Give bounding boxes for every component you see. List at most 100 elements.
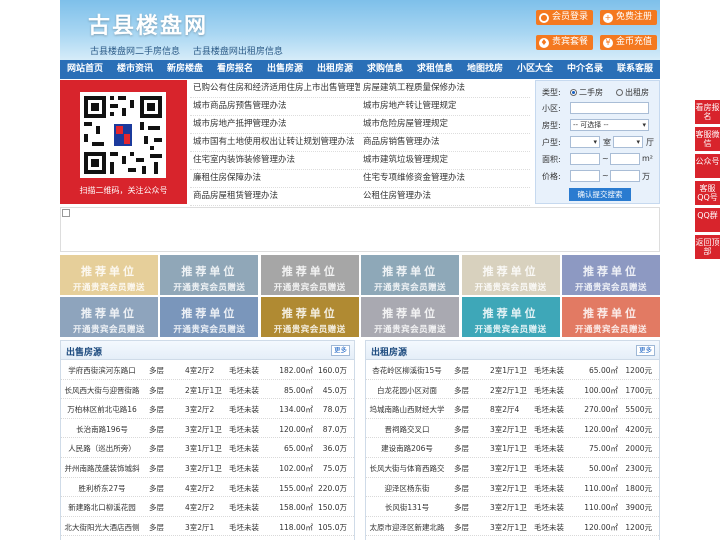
type-radio-secondhand[interactable]: 二手房 — [570, 87, 603, 98]
listing-row[interactable]: 九丰路汇丰派出所旁多层2室2厅1卫毛坯未装100.00㎡1200元 — [366, 536, 659, 540]
promo-tile[interactable]: 推荐单位 开通贵宾会员赠送 — [160, 297, 259, 337]
listing-row[interactable]: 长风大街与体育西路交 多层 3室2厅1卫 毛坯未装 50.00㎡ 2300元 — [366, 458, 659, 478]
login-button[interactable]: ● 会员登录 — [536, 10, 594, 25]
listing-row[interactable]: 杏花岭区柳溪街15号 多层 2室1厅1卫 毛坯未装 65.00㎡ 1200元 — [366, 360, 659, 380]
listing-row[interactable]: 长风西大街与迎晋街路 多层 2室1厅1卫 毛坯未装 85.00㎡ 45.0万 — [61, 380, 354, 400]
listing-row[interactable]: 万柏林区前北屯路16 多层 3室2厅2 毛坯未装 134.00㎡ 78.0万 — [61, 399, 354, 419]
nav-wanted-rent[interactable]: 求租信息 — [410, 60, 460, 79]
listing-address[interactable]: 长风西大街与迎晋街路 — [63, 385, 141, 396]
listing-row[interactable]: 人民路（巡出所旁） 多层 3室1厅1卫 毛坯未装 65.00㎡ 36.0万 — [61, 438, 354, 458]
listing-row[interactable]: 胜利桥东27号 多层 4室2厅2 毛坯未装 155.00㎡ 220.0万 — [61, 478, 354, 498]
listing-row[interactable]: 晋祠路交叉口 多层 3室2厅1卫 毛坯未装 120.00㎡ 4200元 — [366, 419, 659, 439]
promo-tile[interactable]: 推荐单位 开通贵宾会员赠送 — [60, 297, 158, 337]
listing-address[interactable]: 北大街阳光大酒店西侧 — [63, 522, 141, 533]
news-link[interactable]: 商品房屋租赁管理办法 — [190, 188, 360, 205]
coin-recharge-button[interactable]: ¥ 金币充值 — [600, 35, 658, 50]
news-link[interactable]: 城市房地产抵押管理办法 — [190, 116, 360, 133]
search-submit-button[interactable]: 确认提交搜索 — [569, 188, 631, 201]
promo-tile[interactable]: 推荐单位 开通贵宾会员赠送 — [461, 255, 560, 295]
community-input[interactable] — [570, 102, 649, 114]
listing-address[interactable]: 长治南路196号 — [63, 424, 141, 435]
site-logo[interactable]: 古县楼盘网 — [88, 8, 208, 40]
promo-tile[interactable]: 推荐单位 开通贵宾会员赠送 — [260, 255, 359, 295]
nav-map-search[interactable]: 地图找房 — [460, 60, 510, 79]
listing-address[interactable]: 并州南路茂盛装饰城斜 — [63, 463, 141, 474]
news-link[interactable]: 城市国有土地使用权出让转让规划管理办法 — [190, 134, 360, 151]
news-link[interactable]: 商品房销售管理办法 — [360, 134, 530, 151]
listing-address[interactable]: 晋祠路交叉口 — [368, 424, 446, 435]
nav-wanted-buy[interactable]: 求购信息 — [360, 60, 410, 79]
nav-viewing-signup[interactable]: 看房报名 — [210, 60, 260, 79]
news-link[interactable]: 廉租住房保障办法 — [190, 170, 360, 187]
news-link[interactable]: 已购公有住房和经济适用住房上市出售管理暂 — [190, 80, 360, 97]
room-select[interactable]: ▾ — [570, 136, 600, 148]
news-link[interactable]: 城市商品房预售管理办法 — [190, 98, 360, 115]
price-min-input[interactable] — [570, 170, 600, 182]
area-max-input[interactable] — [610, 153, 640, 165]
side-official-account[interactable]: 公众号 — [695, 154, 720, 178]
listing-row[interactable]: 学府西街滨河东路口 多层 4室2厅2 毛坯未装 182.00㎡ 160.0万 — [61, 360, 354, 380]
side-back-to-top[interactable]: 返回顶部 — [695, 235, 720, 259]
news-link[interactable]: 城市建筑垃圾管理规定 — [360, 152, 530, 169]
listing-address[interactable]: 杏花岭区柳溪街15号 — [368, 365, 446, 376]
news-link[interactable]: 城市房地产转让管理规定 — [360, 98, 530, 115]
promo-tile[interactable]: 推荐单位 开通贵宾会员赠送 — [160, 255, 259, 295]
listing-address[interactable]: 万柏林区前北屯路16 — [63, 404, 141, 415]
nav-new-homes[interactable]: 新房楼盘 — [160, 60, 210, 79]
nav-for-sale[interactable]: 出售房源 — [260, 60, 310, 79]
listing-address[interactable]: 学府西街滨河东路口 — [63, 365, 141, 376]
promo-tile[interactable]: 推荐单位 开通贵宾会员赠送 — [361, 255, 460, 295]
listing-address[interactable]: 坞城南路山西财经大学 — [368, 404, 446, 415]
promo-tile[interactable]: 推荐单位 开通贵宾会员赠送 — [361, 297, 460, 337]
listing-address[interactable]: 太原市迎泽区新建北路 — [368, 522, 446, 533]
price-max-input[interactable] — [610, 170, 640, 182]
listing-row[interactable]: 太原市迎泽区新建北路 多层 3室2厅1卫 毛坯未装 120.00㎡ 1200元 — [366, 517, 659, 537]
ad-banner[interactable] — [60, 207, 660, 252]
listing-row[interactable]: 长治南路196号 多层 3室2厅1卫 毛坯未装 120.00㎡ 87.0万 — [61, 419, 354, 439]
news-link[interactable]: 公租住房管理办法 — [360, 188, 530, 205]
area-min-input[interactable] — [570, 153, 600, 165]
nav-home[interactable]: 网站首页 — [60, 60, 110, 79]
listing-address[interactable]: 人民路（巡出所旁） — [63, 443, 141, 454]
housing-select[interactable]: -- 可选择 -- ▾ — [570, 119, 649, 131]
news-link[interactable]: 房屋建筑工程质量保修办法 — [360, 80, 530, 97]
nav-agents[interactable]: 中介名录 — [560, 60, 610, 79]
listing-address[interactable]: 白龙花园小区对面 — [368, 385, 446, 396]
listing-row[interactable]: 坞城南路山西财经大学 多层 8室2厅4 毛坯未装 270.00㎡ 5500元 — [366, 399, 659, 419]
side-qq-service[interactable]: 客服QQ号 — [695, 181, 720, 205]
more-link[interactable]: 更多 — [636, 345, 655, 356]
nav-communities[interactable]: 小区大全 — [510, 60, 560, 79]
nav-news[interactable]: 楼市资讯 — [110, 60, 160, 79]
register-button[interactable]: + 免费注册 — [600, 10, 658, 25]
listing-address[interactable]: 建设南路206号 — [368, 443, 446, 454]
listing-row[interactable]: 长风街131号 多层 3室2厅1卫 毛坯未装 110.00㎡ 3900元 — [366, 497, 659, 517]
news-link[interactable]: 住宅专项维修资金管理办法 — [360, 170, 530, 187]
secondhand-link[interactable]: 古县楼盘网二手房信息 — [90, 47, 180, 57]
promo-tile[interactable]: 推荐单位 开通贵宾会员赠送 — [562, 297, 660, 337]
side-wechat-service[interactable]: 客服微信 — [695, 127, 720, 151]
more-link[interactable]: 更多 — [331, 345, 350, 356]
rental-link[interactable]: 古县楼盘网出租房信息 — [193, 47, 283, 57]
side-viewing-signup[interactable]: 看房报名 — [695, 100, 720, 124]
hall-select[interactable]: ▾ — [613, 136, 643, 148]
listing-row[interactable]: 建设南路206号 多层 3室1厅1卫 毛坯未装 75.00㎡ 2000元 — [366, 438, 659, 458]
promo-tile[interactable]: 推荐单位 开通贵宾会员赠送 — [562, 255, 660, 295]
promo-tile[interactable]: 推荐单位 开通贵宾会员赠送 — [260, 297, 359, 337]
listing-address[interactable]: 胜利桥东27号 — [63, 483, 141, 494]
listing-address[interactable]: 迎泽区杨东街 — [368, 483, 446, 494]
listing-row[interactable]: 并州南路茂盛装饰城斜 多层 3室2厅1卫 毛坯未装 102.00㎡ 75.0万 — [61, 458, 354, 478]
nav-contact[interactable]: 联系客服 — [610, 60, 660, 79]
listing-row[interactable]: 龙潭公园南门对面多层3室2厅1毛坯未装122.00㎡98.0万 — [61, 536, 354, 540]
listing-address[interactable]: 长风街131号 — [368, 502, 446, 513]
promo-tile[interactable]: 推荐单位 开通贵宾会员赠送 — [461, 297, 560, 337]
news-link[interactable]: 住宅室内装饰装修管理办法 — [190, 152, 360, 169]
type-radio-rental[interactable]: 出租房 — [616, 87, 649, 98]
side-qq-group[interactable]: QQ群 — [695, 208, 720, 232]
nav-for-rent[interactable]: 出租房源 — [310, 60, 360, 79]
promo-tile[interactable]: 推荐单位 开通贵宾会员赠送 — [60, 255, 158, 295]
listing-row[interactable]: 北大街阳光大酒店西侧 多层 3室2厅1 毛坯未装 118.00㎡ 105.0万 — [61, 517, 354, 537]
listing-address[interactable]: 长风大街与体育西路交 — [368, 463, 446, 474]
listing-address[interactable]: 新建路北口柳溪花园 — [63, 502, 141, 513]
listing-row[interactable]: 白龙花园小区对面 多层 2室2厅1卫 毛坯未装 100.00㎡ 1700元 — [366, 380, 659, 400]
news-link[interactable]: 城市危险房屋管理规定 — [360, 116, 530, 133]
